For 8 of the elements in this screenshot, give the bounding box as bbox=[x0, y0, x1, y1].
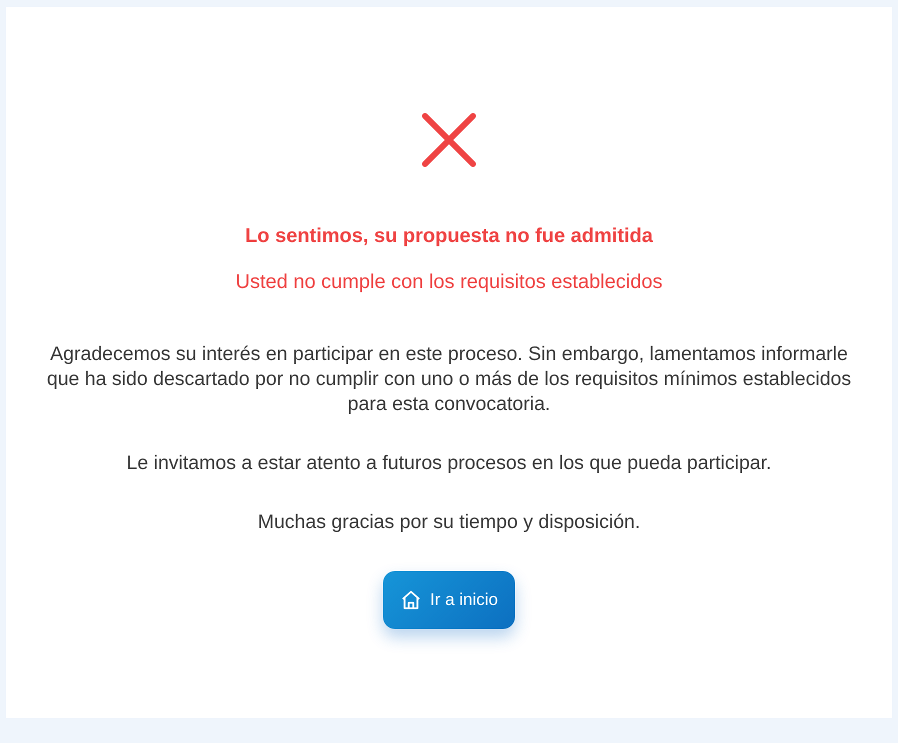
message-paragraph: Muchas gracias por su tiempo y disposición. bbox=[258, 510, 640, 535]
error-icon bbox=[421, 112, 477, 168]
home-icon bbox=[400, 588, 422, 611]
error-title: Lo sentimos, su propuesta no fue admitida bbox=[245, 224, 653, 249]
home-button[interactable]: Ir a inicio bbox=[382, 570, 516, 629]
message-paragraph: Agradecemos su interés en participar en este proceso. Sin embargo, lamentamos informarle que ha sido descartado por no cumplir con uno o más de los requisitos mínimos establecidos para esta convocatoria. bbox=[46, 342, 852, 417]
error-subtitle: Usted no cumple con los requisitos establecidos bbox=[236, 270, 662, 295]
message-paragraph: Le invitamos a estar atento a futuros procesos en los que pueda participar. bbox=[126, 450, 772, 476]
